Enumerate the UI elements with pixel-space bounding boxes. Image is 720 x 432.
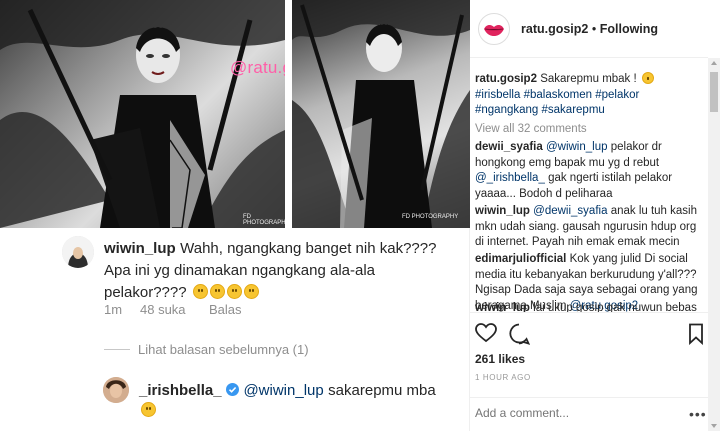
scrollbar[interactable] <box>708 58 720 431</box>
reply-link[interactable]: Balas <box>209 302 242 317</box>
grin-emoji-icon <box>641 72 654 84</box>
reply-username[interactable]: _irishbella_ <box>139 382 222 399</box>
lips-avatar-icon[interactable] <box>478 13 510 45</box>
more-options-icon[interactable]: ••• <box>689 406 707 422</box>
reply-comment: _irishbella_ @wiwin_lup sakarepmu mba <box>139 380 459 420</box>
caption: ratu.gosip2 Sakarepmu mbak ! #irisbella … <box>475 72 703 119</box>
avatar[interactable] <box>62 236 94 268</box>
comment-mention[interactable]: @_irishbella_ <box>475 172 545 184</box>
scroll-down-arrow-icon[interactable] <box>711 424 717 428</box>
hijab-avatar-icon <box>62 236 94 268</box>
studio-label: FD PHOTOGRAPHY <box>243 214 285 226</box>
tears-of-joy-emoji-icon <box>244 284 260 299</box>
comment-mention[interactable]: @dewii_syafia <box>533 205 607 217</box>
comment-user[interactable]: wiwin_lup <box>475 302 530 312</box>
comment-text: lai ukup gosip gak nuwun bebas <box>533 302 697 312</box>
scrollbar-thumb[interactable] <box>710 72 718 112</box>
caption-text: Sakarepmu mbak ! <box>540 73 637 85</box>
scroll-up-arrow-icon[interactable] <box>711 61 717 65</box>
hashtag[interactable]: #pelakor <box>595 89 639 101</box>
fashion-illustration-right <box>292 0 470 228</box>
grin-emoji-icon <box>210 284 226 299</box>
fashion-illustration-left <box>0 0 285 228</box>
grin-emoji-icon <box>227 284 243 299</box>
add-comment-bar: ••• <box>470 397 708 432</box>
grin-emoji-icon <box>193 284 209 299</box>
comment-mention[interactable]: @wiwin_lup <box>546 141 608 153</box>
post-photo-right[interactable]: FD PHOTOGRAPHY <box>292 0 470 228</box>
comment-time: 1m <box>104 302 123 317</box>
comment-item: wiwin_lup lai ukup gosip gak nuwun bebas <box>475 301 703 312</box>
add-comment-input[interactable] <box>475 406 680 420</box>
reply-text: sakarepmu mba <box>328 382 436 399</box>
hashtag[interactable]: #sakarepmu <box>542 104 605 116</box>
post-sidebar: ratu.gosip2 • Following ratu.gosip2 Saka… <box>470 0 720 431</box>
account-name[interactable]: ratu.gosip2 <box>521 22 588 36</box>
hashtag[interactable]: #irisbella <box>475 89 520 101</box>
hashtag[interactable]: #balaskomen <box>524 89 592 101</box>
emoji-group <box>191 284 260 301</box>
following-button[interactable]: Following <box>600 22 658 36</box>
comment-user[interactable]: edimarjuliofficial <box>475 253 566 265</box>
heart-icon[interactable] <box>475 323 497 343</box>
bookmark-icon[interactable] <box>688 323 704 345</box>
post-header: ratu.gosip2 • Following <box>470 0 708 58</box>
view-previous-replies[interactable]: Lihat balasan sebelumnya (1) <box>138 342 309 357</box>
divider <box>104 349 130 350</box>
comment-item: wiwin_lup @dewii_syafia anak lu tuh kasi… <box>475 204 703 251</box>
comment-username[interactable]: wiwin_lup <box>104 240 176 257</box>
profile-photo-icon <box>103 377 129 403</box>
view-all-comments[interactable]: View all 32 comments <box>475 122 703 138</box>
separator: • <box>591 22 597 36</box>
main-comment: wiwin_lup Wahh, ngangkang banget nih kak… <box>104 238 459 304</box>
studio-label-2: FD PHOTOGRAPHY <box>402 214 459 220</box>
comment-bubble-icon[interactable] <box>508 323 530 345</box>
comment-user[interactable]: wiwin_lup <box>475 205 530 217</box>
comment-item: dewii_syafia @wiwin_lup pelakor dr hongk… <box>475 140 703 202</box>
post-actions: 261 likes 1 HOUR AGO ••• <box>470 312 708 431</box>
caption-user[interactable]: ratu.gosip2 <box>475 73 537 85</box>
tears-of-joy-emoji-icon <box>141 402 156 417</box>
likes-count[interactable]: 261 likes <box>475 352 525 366</box>
verified-badge-icon <box>226 383 239 396</box>
hashtag[interactable]: #ngangkang <box>475 104 538 116</box>
avatar-reply[interactable] <box>103 377 129 403</box>
comments-list[interactable]: ratu.gosip2 Sakarepmu mbak ! #irisbella … <box>470 58 708 312</box>
header-account: ratu.gosip2 • Following <box>521 22 658 36</box>
comment-likes[interactable]: 48 suka <box>140 302 186 317</box>
post-photo-left[interactable]: @ratu.gosip2 FD PHOTOGRAPHY <box>0 0 285 228</box>
reply-mention[interactable]: @wiwin_lup <box>243 382 323 399</box>
comment-user[interactable]: dewii_syafia <box>475 141 543 153</box>
watermark-text: @ratu.gosip2 <box>230 58 285 77</box>
lips-icon <box>484 25 504 36</box>
post-time: 1 HOUR AGO <box>475 373 531 382</box>
comment-screenshot: @ratu.gosip2 FD PHOTOGRAPHY FD PHOTOGRAP… <box>0 0 470 431</box>
